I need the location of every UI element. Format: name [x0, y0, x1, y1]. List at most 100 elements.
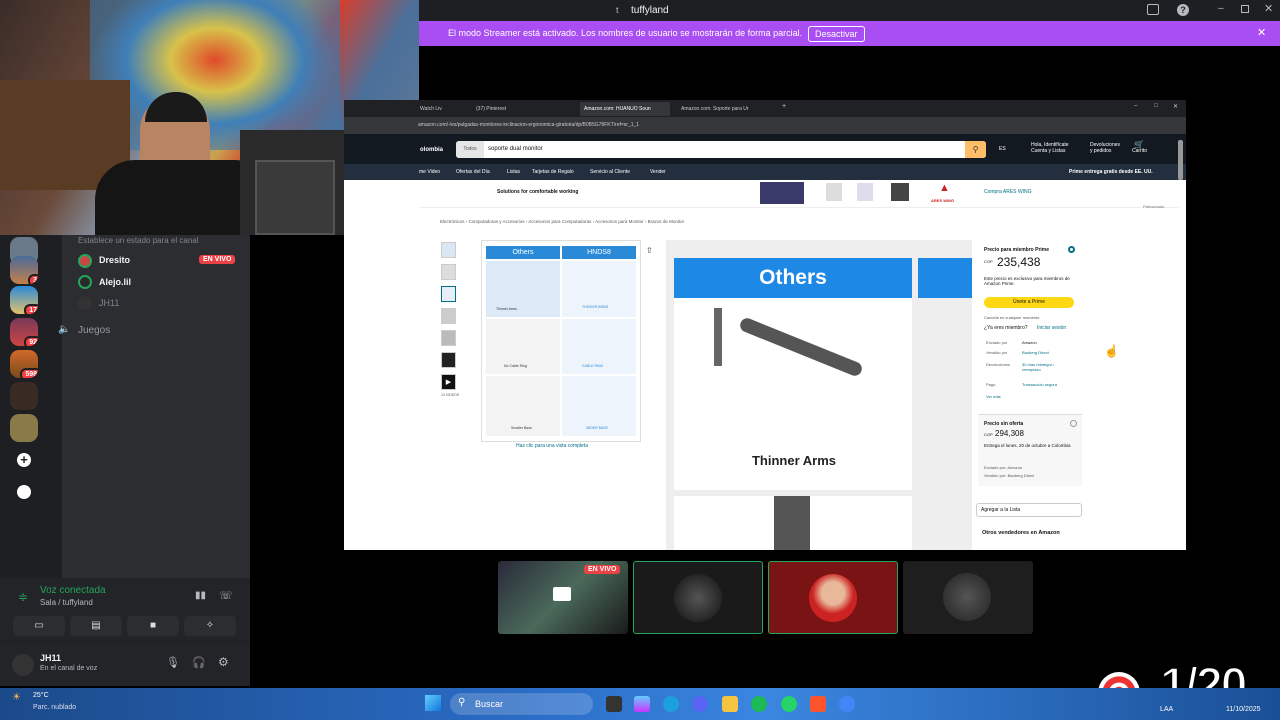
thumbnail[interactable] [441, 264, 456, 280]
activity-button[interactable]: ■ [127, 616, 179, 636]
detail-value[interactable]: Transacción segura [1022, 382, 1057, 387]
search-input[interactable]: soporte dual monitor [488, 146, 543, 152]
nav-item[interactable]: Servicio al Cliente [590, 169, 630, 175]
add-to-list-button[interactable]: Agregar a la Lista [976, 503, 1082, 517]
participant-tile[interactable] [768, 561, 898, 634]
screen-share-button[interactable]: ▤ [70, 616, 122, 636]
comparison-image[interactable]: Others HNDS8 Thinner Arms THICKER ARMS N… [481, 240, 641, 442]
voice-user-name[interactable]: Alejo.lil [99, 277, 131, 287]
minimize-icon[interactable]: – [1134, 103, 1137, 109]
new-tab-icon[interactable]: + [782, 103, 786, 110]
inbox-icon[interactable] [1147, 4, 1159, 15]
camera-off-button[interactable]: ▭ [13, 616, 65, 636]
brave-icon[interactable] [810, 696, 826, 712]
browser-tab[interactable]: Amazon.com: Soporte para Ur [677, 102, 767, 116]
detail-value[interactable]: 30 días reintegro / reemplazo [1022, 362, 1072, 372]
maximize-icon[interactable]: □ [1154, 103, 1158, 109]
discord-icon[interactable] [692, 696, 708, 712]
account-menu[interactable]: Hola, Identifícate Cuenta y Listas [1031, 142, 1069, 154]
signal-icon[interactable]: ≑ [18, 590, 28, 604]
participant-tile[interactable] [633, 561, 763, 634]
disable-streamer-button[interactable]: Desactivar [808, 26, 865, 42]
ad-link[interactable]: Compra ARES WING [984, 189, 1032, 195]
server-icon[interactable] [10, 382, 38, 410]
nav-item[interactable]: Vender [650, 169, 666, 175]
microphone-icon[interactable]: 🎙 [166, 656, 180, 669]
discover-icon[interactable] [17, 485, 31, 499]
address-bar[interactable]: amazon.com/-/es/pulgadas-monitores-incli… [418, 122, 1038, 128]
noise-suppression-icon[interactable]: ▮▮ [195, 590, 206, 601]
video-thumbnail-icon[interactable]: ▶ [441, 374, 456, 390]
returns-orders[interactable]: Devoluciones y pedidos [1090, 142, 1120, 154]
breadcrumb[interactable]: Electrónicos › Computadoras y Accesorios… [440, 219, 684, 224]
browser-tab[interactable]: (37) Pinterest [472, 102, 560, 116]
username[interactable]: JH11 [40, 653, 61, 663]
view-full-link[interactable]: Haz clic para una vista completa [516, 443, 588, 449]
main-product-image[interactable]: Others Thinner Arms [666, 240, 972, 550]
copilot-icon[interactable] [634, 696, 650, 712]
prime-price-radio[interactable] [1068, 246, 1075, 253]
join-prime-button[interactable]: Únete a Prime [984, 297, 1074, 308]
detail-value[interactable]: Baoberg Direct [1022, 350, 1049, 355]
whatsapp-icon[interactable] [781, 696, 797, 712]
nav-item[interactable]: Listas [507, 169, 520, 175]
spotify-icon[interactable] [751, 696, 767, 712]
thumbnail[interactable] [441, 308, 456, 324]
thumbnail[interactable] [441, 242, 456, 258]
thumbnail[interactable] [441, 352, 456, 368]
file-explorer-icon[interactable] [722, 696, 738, 712]
chrome-icon[interactable] [839, 696, 855, 712]
voice-user-name[interactable]: Dresito [99, 255, 130, 265]
voice-channel[interactable]: Sala / tuffyland [40, 598, 93, 607]
stream-tile[interactable]: EN VIVO [498, 561, 628, 634]
maximize-icon[interactable] [1241, 5, 1249, 13]
close-icon[interactable]: ✕ [1173, 103, 1178, 110]
channel-status-placeholder[interactable]: Establece un estado para el canal [78, 236, 199, 245]
no-offer-radio[interactable] [1070, 420, 1077, 427]
prime-note[interactable]: Prime entrega gratis desde EE. UU. [1069, 169, 1153, 175]
browser-tab[interactable]: Amazon.com: HUANUO Soun [580, 102, 670, 116]
nav-item[interactable]: Tarjetas de Regalo [532, 169, 574, 175]
taskbar-search[interactable]: ⚲ Buscar [450, 693, 593, 715]
disconnect-icon[interactable]: ☏ [219, 589, 233, 602]
participant-tile[interactable] [903, 561, 1033, 634]
headphones-icon[interactable]: 🎧 [192, 656, 206, 669]
scrollbar[interactable] [1178, 140, 1183, 180]
close-banner-icon[interactable]: ✕ [1257, 26, 1266, 39]
search-bar[interactable]: Todos soporte dual monitor ⚲ [456, 141, 986, 158]
voice-user-name[interactable]: JH11 [99, 298, 119, 308]
thumbnail[interactable] [441, 330, 456, 346]
settings-gear-icon[interactable]: ⚙ [218, 655, 229, 669]
search-category[interactable]: Todos [456, 141, 484, 158]
sponsored-banner[interactable]: Solutions for comfortable working ARES W… [419, 180, 1179, 209]
voice-status[interactable]: Voz conectada [40, 585, 106, 596]
add-server-icon[interactable]: + [17, 453, 31, 467]
deliver-location[interactable]: olombia [420, 147, 443, 153]
sign-in-link[interactable]: Iniciar sesión [1037, 325, 1066, 331]
channel-name[interactable]: Juegos [78, 325, 110, 336]
windows-start-icon[interactable] [425, 695, 441, 711]
weather-desc[interactable]: Parc. nublado [33, 704, 76, 711]
task-view-icon[interactable] [606, 696, 622, 712]
see-more-link[interactable]: Ver más [986, 394, 1001, 399]
server-icon[interactable] [10, 414, 38, 442]
nav-item[interactable]: me Video [419, 169, 440, 175]
edge-icon[interactable] [663, 696, 679, 712]
server-icon[interactable]: 598 [10, 350, 38, 378]
nav-item[interactable]: Ofertas del Día [456, 169, 490, 175]
minimize-icon[interactable]: – [1218, 3, 1224, 14]
other-sellers[interactable]: Otros vendedores en Amazon [982, 530, 1072, 536]
input-language[interactable]: LAA [1160, 706, 1173, 713]
language-select[interactable]: ES [999, 146, 1006, 152]
soundboard-button[interactable]: ✧ [184, 616, 236, 636]
weather-temp[interactable]: 25°C [33, 692, 49, 699]
server-icon[interactable]: 92 [10, 318, 38, 346]
help-icon[interactable]: ? [1177, 4, 1189, 16]
search-icon[interactable]: ⚲ [965, 141, 986, 158]
avatar[interactable] [12, 654, 34, 676]
thumbnail[interactable] [441, 286, 456, 302]
weather-icon[interactable]: ☀ [12, 692, 21, 703]
taskbar-date[interactable]: 11/10/2025 [1226, 706, 1261, 713]
close-icon[interactable]: ✕ [1264, 2, 1273, 15]
share-icon[interactable]: ⇧ [646, 246, 653, 255]
